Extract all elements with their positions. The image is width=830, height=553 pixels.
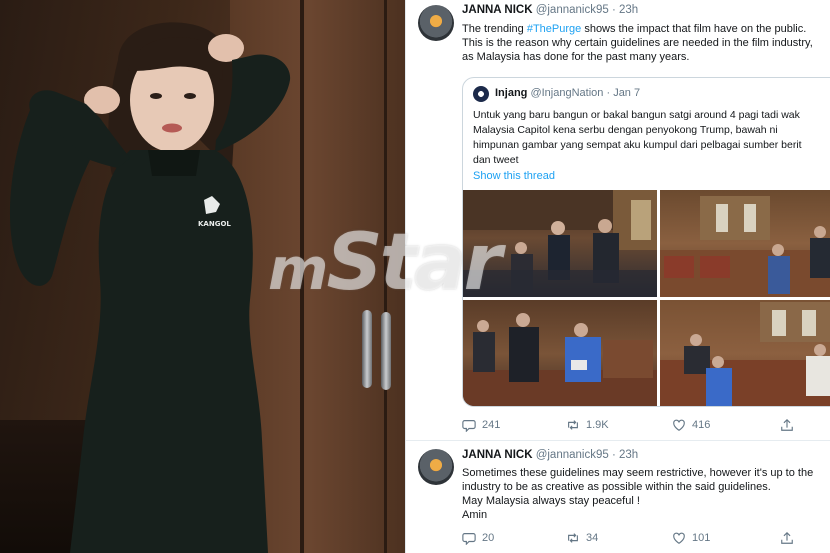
capitol-photo[interactable] xyxy=(660,300,830,406)
retweet-icon xyxy=(568,420,578,430)
quoted-tweet[interactable]: Injang @InjangNation · Jan 7 Untuk yang … xyxy=(462,77,830,407)
quoted-author-handle[interactable]: @InjangNation xyxy=(530,87,603,99)
photo-grid xyxy=(463,190,830,406)
retweet-icon xyxy=(568,533,578,543)
capitol-photo[interactable] xyxy=(463,300,657,406)
quoted-tweet-time[interactable]: Jan 7 xyxy=(613,87,640,99)
like-button[interactable]: 416 xyxy=(672,418,710,432)
like-button[interactable]: 101 xyxy=(672,531,710,545)
portrait-photo: KANGOL xyxy=(0,0,405,553)
capitol-photo[interactable] xyxy=(660,190,830,297)
author-handle[interactable]: @jannanick95 xyxy=(536,4,609,16)
share-button[interactable] xyxy=(780,531,794,545)
reply-icon xyxy=(462,420,476,432)
retweet-count: 34 xyxy=(586,532,599,544)
heart-icon xyxy=(673,419,685,431)
tweet-actions: 241 1.9K 416 xyxy=(462,418,830,434)
heart-icon xyxy=(673,532,685,544)
quoted-tweet-text: Untuk yang baru bangun or bakal bangun s… xyxy=(473,109,802,166)
tweet: JANNA NICK @jannanick95 · 23h The trendi… xyxy=(406,0,830,440)
show-thread-link[interactable]: Show this thread xyxy=(473,170,555,182)
retweet-button[interactable]: 34 xyxy=(566,531,598,545)
hashtag-link[interactable]: #ThePurge xyxy=(527,23,581,35)
share-button[interactable] xyxy=(780,418,794,432)
tweet-time[interactable]: 23h xyxy=(619,4,638,16)
share-icon xyxy=(781,531,793,544)
tweet: JANNA NICK @jannanick95 · 23h Sometimes … xyxy=(406,441,830,553)
author-handle[interactable]: @jannanick95 xyxy=(536,449,609,461)
tweet-actions: 20 34 101 xyxy=(462,531,830,547)
tweet-time[interactable]: 23h xyxy=(619,449,638,461)
retweet-button[interactable]: 1.9K xyxy=(566,418,609,432)
avatar[interactable] xyxy=(418,5,454,41)
reply-count: 241 xyxy=(482,419,501,431)
reply-button[interactable]: 20 xyxy=(462,531,494,545)
capitol-photo[interactable] xyxy=(463,190,657,297)
quoted-author-name[interactable]: Injang xyxy=(495,87,527,99)
reply-icon xyxy=(462,533,476,545)
retweet-count: 1.9K xyxy=(586,419,609,431)
twitter-screenshot: JANNA NICK @jannanick95 · 23h The trendi… xyxy=(405,0,830,553)
quoted-avatar[interactable] xyxy=(473,86,489,102)
woman-figure: KANGOL xyxy=(9,22,291,553)
reply-count: 20 xyxy=(482,532,495,544)
avatar[interactable] xyxy=(418,449,454,485)
like-count: 101 xyxy=(692,532,711,544)
like-count: 416 xyxy=(692,419,711,431)
author-name[interactable]: JANNA NICK xyxy=(462,4,533,16)
share-icon xyxy=(781,418,793,431)
tweet-text: Sometimes these guidelines may seem rest… xyxy=(462,467,814,521)
author-name[interactable]: JANNA NICK xyxy=(462,449,533,461)
sweater-logo-text: KANGOL xyxy=(198,220,231,228)
tweet-text: The trending #ThePurge shows the impact … xyxy=(462,23,813,63)
reply-button[interactable]: 241 xyxy=(462,418,500,432)
